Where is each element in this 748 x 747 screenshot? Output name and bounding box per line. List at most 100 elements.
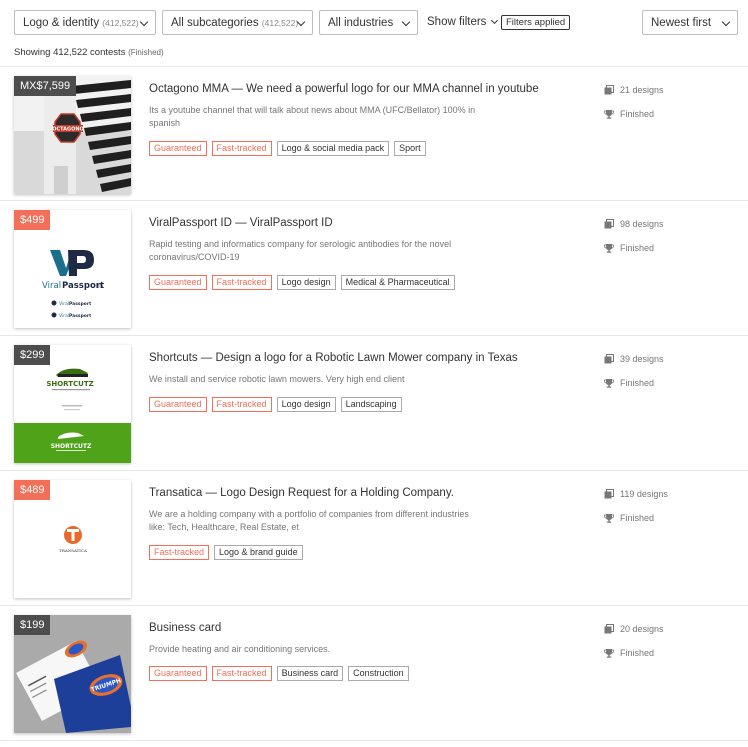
viralpassport-brand-small-a: Viral — [59, 301, 69, 307]
contest-tags: Guaranteed Fast-tracked Business card Const… — [149, 666, 414, 681]
designs-count-label: 98 designs — [620, 219, 664, 229]
contest-tags: Guaranteed Fast-tracked Logo & social medi… — [149, 141, 431, 156]
designs-count: 98 designs — [604, 219, 724, 231]
results-summary: Showing 412,522 contests (Finished) — [14, 47, 164, 58]
industry-select-label: All industries — [328, 17, 394, 29]
contest-row[interactable]: $499 Viral Passport ID Viral Passport Vi… — [0, 201, 748, 336]
tag-industry: Construction — [348, 666, 409, 681]
contest-title[interactable]: Octagono MMA — We need a powerful logo f… — [149, 83, 539, 95]
designs-count: 39 designs — [604, 354, 724, 366]
trophy-icon — [604, 514, 614, 523]
industry-select[interactable]: All industries — [319, 10, 418, 35]
subcategory-select-label: All subcategories — [171, 17, 259, 29]
gallery-icon — [604, 624, 614, 634]
contest-thumbnail[interactable]: MX$7,599 OCTAGONO — [14, 76, 131, 194]
contest-status: Finished — [604, 378, 724, 390]
results-status: (Finished) — [128, 48, 164, 57]
prize-badge: $199 — [14, 615, 51, 635]
designs-count-label: 119 designs — [620, 489, 668, 499]
contest-row[interactable]: $489 TRANSATICA Transatica — Logo Design… — [0, 471, 748, 606]
contest-tags: Fast-tracked Logo & brand guide — [149, 545, 308, 560]
contest-status-label: Finished — [620, 513, 655, 523]
tag-category: Logo design — [276, 275, 336, 290]
filters-applied-badge[interactable]: Filters applied — [501, 15, 571, 30]
show-filters-label: Show filters — [427, 16, 487, 28]
sort-select[interactable]: Newest first — [642, 10, 738, 35]
gallery-icon — [604, 219, 614, 229]
tag-guaranteed: Guaranteed — [149, 141, 207, 156]
tag-industry: Sport — [394, 141, 426, 156]
contest-title[interactable]: Transatica — Logo Design Request for a H… — [149, 487, 454, 499]
contest-status: Finished — [604, 513, 724, 525]
contest-row[interactable]: MX$7,599 OCTAGONO Octagono MMA — We need… — [0, 66, 748, 201]
contest-description: We are a holding company with a portfoli… — [149, 509, 469, 532]
contest-title[interactable]: Shortcuts — Design a logo for a Robotic … — [149, 352, 518, 364]
designs-count-label: 21 designs — [620, 85, 664, 95]
viralpassport-brand-small-a: Viral — [59, 313, 69, 319]
shortcuts-logo-text-inverse: SHORTCUTZ — [51, 443, 92, 450]
contest-description: Provide heating and air conditioning ser… — [149, 644, 331, 654]
category-select-label: Logo & identity — [23, 17, 100, 29]
tag-category: Logo design — [276, 397, 336, 412]
tag-fast-tracked: Fast-tracked — [211, 141, 272, 156]
designs-count: 21 designs — [604, 85, 724, 97]
contest-tags: Guaranteed Fast-tracked Logo design Medical… — [149, 275, 460, 290]
chevron-down-icon — [401, 17, 411, 27]
prize-badge: $299 — [14, 345, 51, 365]
contest-status: Finished — [604, 648, 724, 660]
viralpassport-brand-a: Viral — [42, 281, 61, 291]
transatica-logo-text: TRANSATICA — [59, 548, 87, 553]
trophy-icon — [604, 379, 614, 388]
contest-thumbnail[interactable]: $199 TRIUMPH — [14, 615, 131, 733]
contest-status-label: Finished — [620, 648, 655, 658]
designs-count: 20 designs — [604, 624, 724, 636]
chevron-down-icon — [721, 17, 731, 27]
gallery-icon — [604, 489, 614, 499]
tag-industry: Medical & Pharmaceutical — [340, 275, 455, 290]
contest-row[interactable]: $199 TRIUMPH Business card Provide heati… — [0, 606, 748, 741]
contest-status: Finished — [604, 243, 724, 255]
viralpassport-brand-c: ID — [98, 284, 103, 290]
contest-thumbnail[interactable]: $299 SHORTCUTZ SHORTCUTZ — [14, 345, 131, 463]
prize-badge: $489 — [14, 480, 51, 500]
trophy-icon — [604, 244, 614, 253]
tag-guaranteed: Guaranteed — [149, 397, 207, 412]
chevron-down-icon — [139, 17, 149, 27]
subcategory-count: (412,522) — [261, 18, 299, 28]
prize-badge: $499 — [14, 210, 51, 230]
contest-status-label: Finished — [620, 378, 655, 388]
tag-industry: Landscaping — [340, 397, 402, 412]
contest-thumbnail[interactable]: $489 TRANSATICA — [14, 480, 131, 598]
contest-row[interactable]: $299 SHORTCUTZ SHORTCUTZ Shortcuts — Des… — [0, 336, 748, 471]
contest-title[interactable]: Business card — [149, 622, 221, 634]
contest-status: Finished — [604, 109, 724, 121]
sort-select-label: Newest first — [651, 17, 712, 29]
contest-description: We install and service robotic lawn mowe… — [149, 374, 405, 384]
trophy-icon — [604, 110, 614, 119]
shortcuts-logo-text: SHORTCUTZ — [46, 380, 93, 388]
subcategory-select[interactable]: All subcategories (412,522) — [162, 10, 313, 35]
tag-fast-tracked: Fast-tracked — [149, 545, 210, 560]
contest-description: Its a youtube channel that will talk abo… — [149, 105, 476, 128]
category-select[interactable]: Logo & identity (412,522) — [14, 10, 156, 35]
viralpassport-brand-small-b: Passport — [69, 313, 92, 319]
viralpassport-brand-small-b: Passport — [69, 301, 92, 307]
contest-status-label: Finished — [620, 243, 655, 253]
trophy-icon — [604, 649, 614, 658]
prize-badge: MX$7,599 — [14, 76, 77, 96]
tag-category: Business card — [276, 666, 344, 681]
contest-thumbnail[interactable]: $499 Viral Passport ID Viral Passport Vi… — [14, 210, 131, 328]
contest-status-label: Finished — [620, 109, 655, 119]
filter-toolbar: Logo & identity (412,522) All subcategor… — [14, 10, 738, 35]
show-filters-button[interactable]: Show filters — [427, 16, 499, 28]
tag-category: Logo & brand guide — [214, 545, 303, 560]
category-count: (412,522) — [102, 18, 139, 28]
contest-title[interactable]: ViralPassport ID — ViralPassport ID — [149, 217, 333, 229]
tag-fast-tracked: Fast-tracked — [211, 666, 272, 681]
results-count: Showing 412,522 contests — [14, 47, 126, 58]
contest-list: MX$7,599 OCTAGONO Octagono MMA — We need… — [0, 66, 748, 741]
designs-count-label: 39 designs — [620, 354, 664, 364]
contest-description: Rapid testing and informatics company fo… — [149, 239, 452, 262]
contest-tags: Guaranteed Fast-tracked Logo design Landsca… — [149, 397, 407, 412]
chevron-down-icon — [491, 16, 499, 25]
